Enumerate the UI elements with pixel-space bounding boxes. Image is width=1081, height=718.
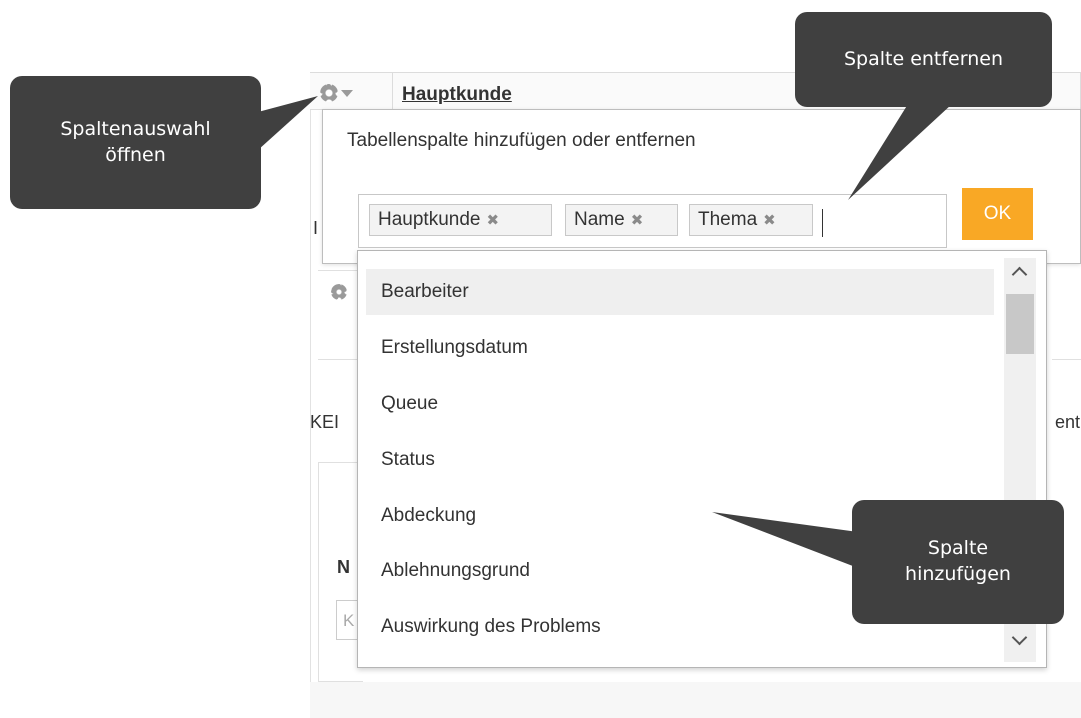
callout-text: Spalte entfernen bbox=[843, 47, 1004, 70]
tag-label: Name bbox=[574, 209, 625, 230]
dropdown-option[interactable]: Bearbeiter bbox=[366, 269, 994, 315]
dropdown-option[interactable]: Queue bbox=[366, 381, 994, 427]
chevron-down-icon[interactable] bbox=[1012, 632, 1028, 650]
caret-down-icon bbox=[341, 89, 353, 97]
close-icon[interactable]: ✖ bbox=[631, 211, 644, 229]
callout-remove-column: Spalte entfernen bbox=[795, 12, 1052, 107]
tag-label: Hauptkunde bbox=[378, 209, 481, 230]
dialog-title: Tabellenspalte hinzufügen oder entfernen bbox=[347, 130, 696, 151]
header-divider bbox=[392, 73, 393, 111]
gear-icon[interactable] bbox=[331, 284, 347, 300]
callout-pointer-open bbox=[258, 96, 318, 150]
callout-text: Spaltenauswahl bbox=[60, 117, 211, 140]
column-tag-name: Name ✖ bbox=[565, 204, 678, 236]
callout-text: öffnen bbox=[105, 143, 166, 166]
column-settings-toggle[interactable] bbox=[320, 82, 372, 104]
callout-open-column-chooser: Spaltenauswahl öffnen bbox=[10, 76, 261, 209]
column-tag-hauptkunde: Hauptkunde ✖ bbox=[369, 204, 552, 236]
table-footer-strip bbox=[310, 682, 1081, 718]
text-cursor bbox=[822, 209, 823, 237]
chevron-up-icon[interactable] bbox=[1012, 265, 1028, 283]
background-label-fragment: N bbox=[337, 557, 350, 577]
ok-button[interactable]: OK bbox=[962, 188, 1033, 240]
scrollbar-thumb[interactable] bbox=[1006, 294, 1034, 354]
callout-add-column: Spalte hinzufügen bbox=[852, 500, 1064, 624]
gear-icon bbox=[320, 84, 338, 102]
background-input-placeholder: K bbox=[343, 611, 355, 630]
callout-text: hinzufügen bbox=[905, 563, 1011, 585]
close-icon[interactable]: ✖ bbox=[763, 211, 776, 229]
background-text-fragment: I bbox=[313, 218, 319, 238]
dropdown-option[interactable]: Status bbox=[366, 437, 994, 483]
background-row-edge bbox=[1052, 258, 1081, 360]
column-tag-thema: Thema ✖ bbox=[689, 204, 813, 236]
callout-text: Spalte bbox=[927, 537, 989, 560]
tag-label: Thema bbox=[698, 209, 758, 230]
background-text-fragment: KEI bbox=[310, 412, 340, 432]
close-icon[interactable]: ✖ bbox=[486, 211, 499, 229]
background-text-fragment: ent bbox=[1055, 412, 1081, 432]
dropdown-option[interactable]: Erstellungsdatum bbox=[366, 325, 994, 371]
column-header-hauptkunde[interactable]: Hauptkunde bbox=[402, 84, 512, 106]
